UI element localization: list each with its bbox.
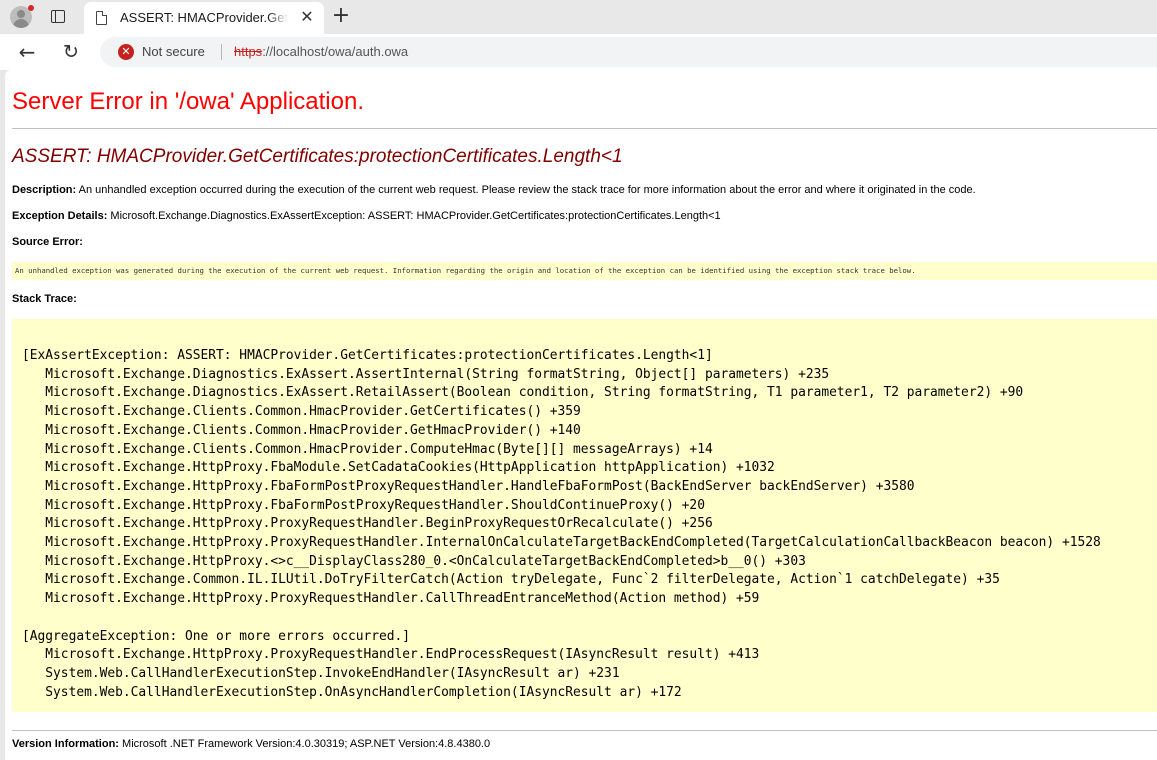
source-error-line: Source Error: <box>12 236 83 248</box>
source-error-box: An unhandled exception was generated dur… <box>12 262 1157 280</box>
exception-text: Microsoft.Exchange.Diagnostics.ExAssertE… <box>107 210 721 222</box>
divider-bottom <box>12 730 1157 731</box>
new-tab-button[interactable]: + <box>330 5 352 27</box>
error-title: ASSERT: HMACProvider.GetCertificates:pro… <box>12 146 623 167</box>
stack-trace-label: Stack Trace: <box>12 293 77 305</box>
refresh-button[interactable]: ↻ <box>58 40 84 64</box>
stack-trace-line: Stack Trace: <box>12 293 77 305</box>
version-label: Version Information: <box>12 738 119 750</box>
url-text[interactable]: https://localhost/owa/auth.owa <box>234 44 408 59</box>
source-error-label: Source Error: <box>12 236 83 248</box>
page-content: Server Error in '/owa' Application. ASSE… <box>5 70 1157 760</box>
description-line: Description: An unhandled exception occu… <box>12 184 976 196</box>
address-bar[interactable]: ✕ Not secure https://localhost/owa/auth.… <box>100 37 1157 67</box>
stack-trace-text: [ExAssertException: ASSERT: HMACProvider… <box>22 348 1101 700</box>
browser-toolbar: ← ↻ ✕ Not secure https://localhost/owa/a… <box>0 34 1157 70</box>
security-label[interactable]: Not secure <box>142 44 205 59</box>
profile-notification-dot <box>28 5 34 11</box>
not-secure-icon[interactable]: ✕ <box>118 44 134 60</box>
page-icon <box>96 11 107 25</box>
tab-actions-icon[interactable] <box>48 7 70 27</box>
exception-label: Exception Details: <box>12 210 108 222</box>
description-label: Description: <box>12 184 77 196</box>
exception-line: Exception Details: Microsoft.Exchange.Di… <box>12 210 721 222</box>
source-error-text: An unhandled exception was generated dur… <box>15 266 916 275</box>
tab-close-icon[interactable]: ✕ <box>298 8 316 26</box>
page-heading: Server Error in '/owa' Application. <box>12 88 364 115</box>
url-path: ://localhost/owa/auth.owa <box>262 44 409 59</box>
description-text: An unhandled exception occurred during t… <box>76 184 976 196</box>
version-text: Microsoft .NET Framework Version:4.0.303… <box>118 738 491 750</box>
stack-trace-box: [ExAssertException: ASSERT: HMACProvider… <box>12 319 1157 712</box>
tab-strip: ASSERT: HMACProvider.GetCertificates:pro… <box>0 0 1157 34</box>
version-line: Version Information: Microsoft .NET Fram… <box>12 738 490 750</box>
divider <box>12 128 1157 129</box>
back-button[interactable]: ← <box>14 40 40 64</box>
tab-title: ASSERT: HMACProvider.GetCertificates:pro… <box>120 10 288 25</box>
url-scheme: https <box>234 44 263 59</box>
tab-active[interactable]: ASSERT: HMACProvider.GetCertificates:pro… <box>84 2 324 34</box>
